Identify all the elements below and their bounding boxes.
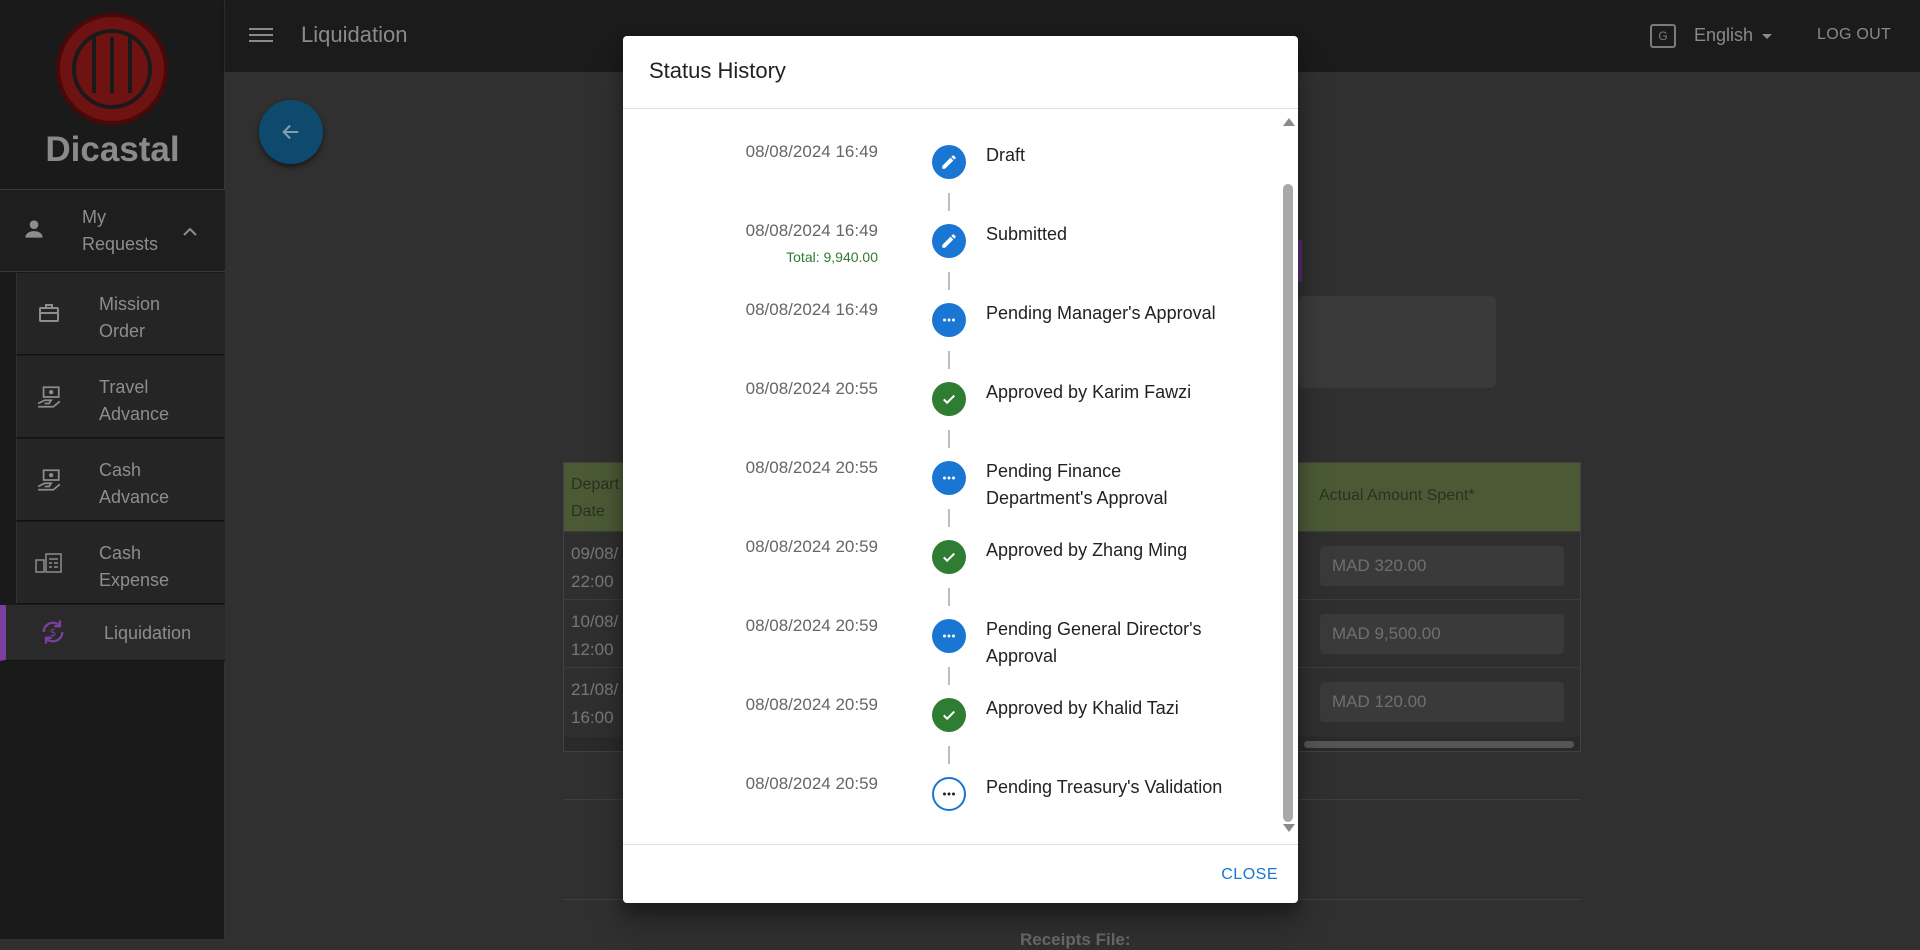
person-icon: [20, 216, 48, 244]
timeline-status: Pending Treasury's Validation: [986, 777, 1223, 797]
receipts-label: Receipts File:: [1020, 930, 1131, 949]
logout-button[interactable]: LOG OUT: [1817, 26, 1891, 44]
more-icon: [932, 619, 966, 653]
sidebar-item-mission-order[interactable]: Mission Order: [16, 273, 225, 355]
timeline-date: 08/08/2024 20:59: [745, 695, 878, 714]
divider: [623, 844, 1298, 845]
timeline-status: Approved by Khalid Tazi: [986, 698, 1179, 718]
scrollbar-thumb[interactable]: [1283, 184, 1293, 822]
sidebar-group-label: My Requests: [82, 207, 159, 254]
timeline-date: 08/08/2024 16:49: [745, 221, 878, 240]
amount-field[interactable]: MAD 120.00: [1320, 682, 1564, 722]
dialog-scrollbar[interactable]: [1282, 112, 1295, 840]
brand-name: Dicastal: [45, 130, 180, 169]
timeline-item: 08/08/2024 20:59 Approved by Khalid Tazi: [623, 662, 1278, 764]
arrow-left-icon: [282, 124, 299, 140]
sidebar-item-label: Liquidation: [104, 623, 192, 643]
row-time: 16:00: [571, 708, 614, 727]
timeline-item: 08/08/2024 20:55 Approved by Karim Fawzi: [623, 346, 1278, 448]
row-time: 12:00: [571, 640, 614, 659]
scroll-down-arrow-icon[interactable]: [1283, 824, 1295, 832]
timeline-item: 08/08/2024 20:59 Pending General Directo…: [623, 583, 1278, 685]
sync-icon: $: [39, 618, 67, 646]
language-select[interactable]: English: [1694, 25, 1753, 46]
more-icon: [932, 303, 966, 337]
briefcase-icon: [35, 301, 63, 329]
sidebar-item-liquidation[interactable]: $ Liquidation: [0, 605, 225, 661]
logo-area: Dicastal: [0, 0, 224, 190]
dialog-title: Status History: [649, 58, 786, 83]
status-timeline: 08/08/2024 16:49 Draft 08/08/2024 16:49 …: [623, 109, 1278, 844]
money-hand-icon: [35, 467, 63, 495]
timeline-date: 08/08/2024 20:55: [745, 379, 878, 398]
timeline-item: 08/08/2024 16:49 Pending Manager's Appro…: [623, 267, 1278, 369]
row-date: 21/08/: [571, 680, 619, 699]
timeline-item: 08/08/2024 20:59 Approved by Zhang Ming: [623, 504, 1278, 606]
amount-field[interactable]: MAD 9,500.00: [1320, 614, 1564, 654]
action-button-edge: [1298, 240, 1302, 282]
sidebar-item-cash-expense[interactable]: Cash Expense: [16, 522, 225, 604]
amount-field[interactable]: MAD 320.00: [1320, 546, 1564, 586]
sidebar-item-travel-advance[interactable]: Travel Advance: [16, 356, 225, 438]
more-icon: [932, 461, 966, 495]
timeline-item: 08/08/2024 20:55 Pending Finance Departm…: [623, 425, 1278, 527]
timeline-status: Approved by Karim Fawzi: [986, 382, 1192, 402]
summary-card: [1298, 296, 1496, 388]
check-icon: [932, 540, 966, 574]
timeline-date: 08/08/2024 16:49: [745, 300, 878, 319]
sidebar-group-my-requests[interactable]: My Requests: [0, 190, 225, 272]
brand-logo: [56, 13, 168, 125]
timeline-date: 08/08/2024 20:59: [745, 537, 878, 556]
cash-register-icon: [35, 550, 63, 578]
timeline-date: 08/08/2024 16:49: [745, 142, 878, 161]
sidebar-item-label: Cash Advance: [99, 460, 170, 507]
timeline-status: Pending Manager's Approval: [986, 303, 1216, 323]
svg-text:$: $: [50, 627, 57, 639]
more-outline-icon: [932, 777, 966, 811]
timeline-status: Approved by Zhang Ming: [986, 540, 1188, 560]
row-date: 10/08/: [571, 612, 619, 631]
timeline-item: 08/08/2024 20:59 Pending Treasury's Vali…: [623, 741, 1278, 820]
timeline-item: 08/08/2024 16:49 Draft: [623, 109, 1278, 211]
sidebar-item-cash-advance[interactable]: Cash Advance: [16, 439, 225, 521]
timeline-status: Draft: [986, 145, 1026, 165]
check-icon: [932, 698, 966, 732]
timeline-date: 08/08/2024 20:55: [745, 458, 878, 477]
sidebar-item-label: Cash Expense: [99, 543, 170, 590]
timeline-date: 08/08/2024 20:59: [745, 616, 878, 635]
status-history-dialog: Status History 08/08/2024 16:49 Draft 08…: [623, 36, 1298, 903]
close-button[interactable]: CLOSE: [1221, 866, 1278, 884]
check-icon: [932, 382, 966, 416]
caret-down-icon[interactable]: [1762, 34, 1772, 39]
timeline-item: 08/08/2024 16:49 Total: 9,940.00 Submitt…: [623, 188, 1278, 290]
pencil-icon: [932, 224, 966, 258]
pencil-icon: [932, 145, 966, 179]
menu-icon[interactable]: [249, 24, 273, 48]
row-date: 09/08/: [571, 544, 619, 563]
column-header-amount: Actual Amount Spent*: [1319, 487, 1475, 504]
timeline-total: Total: 9,940.00: [786, 249, 878, 265]
sidebar-item-label: Travel Advance: [99, 377, 170, 424]
scroll-up-arrow-icon[interactable]: [1283, 118, 1295, 126]
chevron-up-icon[interactable]: [182, 224, 198, 242]
sidebar: Dicastal My Requests Mission Order Trave…: [0, 0, 225, 939]
column-header-departure: Departure Date: [571, 476, 619, 520]
page-title: Liquidation: [301, 22, 408, 47]
timeline-status: Submitted: [986, 224, 1068, 244]
sidebar-item-label: Mission Order: [99, 294, 161, 341]
back-button[interactable]: [259, 100, 323, 164]
translate-icon[interactable]: G: [1650, 24, 1676, 48]
timeline-date: 08/08/2024 20:59: [745, 774, 878, 793]
money-hand-icon: [35, 384, 63, 412]
row-time: 22:00: [571, 572, 614, 591]
